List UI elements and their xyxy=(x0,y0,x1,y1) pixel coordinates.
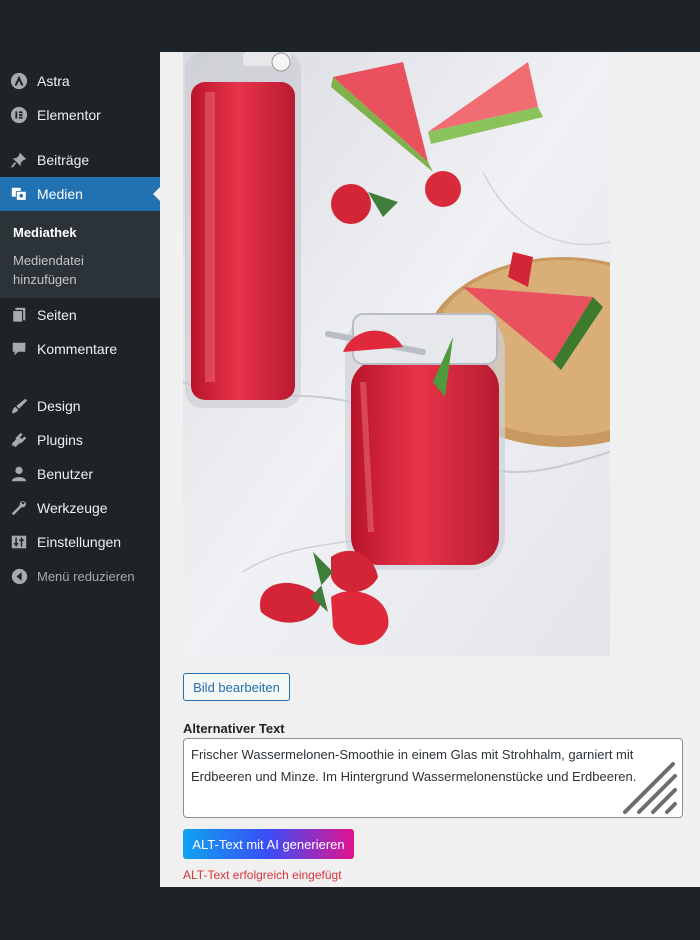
pin-icon xyxy=(9,150,29,170)
sidebar-item-elementor[interactable]: Elementor xyxy=(0,98,160,132)
sidebar-item-einstellungen[interactable]: Einstellungen xyxy=(0,525,160,559)
media-preview-image xyxy=(183,52,610,656)
sidebar-item-label: Elementor xyxy=(37,107,101,123)
collapse-menu-label: Menü reduzieren xyxy=(37,568,135,584)
edit-image-button[interactable]: Bild bearbeiten xyxy=(183,673,290,701)
bottom-bar xyxy=(0,887,700,940)
resize-handle-icon[interactable] xyxy=(623,762,679,814)
admin-sidebar: Astra Elementor Beiträge Medien Mediathe… xyxy=(0,52,161,887)
sidebar-item-label: Design xyxy=(37,398,81,414)
comment-icon xyxy=(9,339,29,359)
sidebar-item-label: Medien xyxy=(37,186,83,202)
media-icon xyxy=(9,184,29,204)
sidebar-item-label: Kommentare xyxy=(37,341,118,357)
admin-top-bar xyxy=(0,0,700,52)
collapse-arrow-icon xyxy=(9,566,29,586)
sidebar-item-label: Seiten xyxy=(37,307,77,323)
sidebar-item-medien[interactable]: Medien xyxy=(0,177,161,211)
media-edit-content: Bild bearbeiten Alternativer Text Frisch… xyxy=(160,52,700,887)
settings-icon xyxy=(9,532,29,552)
pages-icon xyxy=(9,305,29,325)
sidebar-item-label: Werkzeuge xyxy=(37,500,108,516)
elementor-icon xyxy=(9,105,29,125)
sidebar-item-label: Einstellungen xyxy=(37,534,122,550)
wrench-icon xyxy=(9,498,29,518)
submenu-item-mediathek[interactable]: Mediathek xyxy=(13,223,77,242)
alt-text-success-message: ALT-Text erfolgreich eingefügt xyxy=(183,868,342,882)
sidebar-item-benutzer[interactable]: Benutzer xyxy=(0,457,160,491)
astra-icon xyxy=(9,71,29,91)
collapse-menu-button[interactable]: Menü reduzieren xyxy=(0,559,160,593)
sidebar-item-label: Beiträge xyxy=(37,152,90,168)
alt-text-field[interactable]: Frischer Wassermelonen-Smoothie in einem… xyxy=(183,738,683,818)
plugin-icon xyxy=(9,430,29,450)
brush-icon xyxy=(9,396,29,416)
sidebar-item-seiten[interactable]: Seiten xyxy=(0,298,160,332)
sidebar-item-plugins[interactable]: Plugins xyxy=(0,423,160,457)
generate-alt-text-ai-button[interactable]: ALT-Text mit AI generieren xyxy=(183,829,354,859)
user-icon xyxy=(9,464,29,484)
sidebar-item-label: Astra xyxy=(37,73,70,89)
sidebar-item-werkzeuge[interactable]: Werkzeuge xyxy=(0,491,160,525)
media-submenu: Mediathek Mediendatei hinzufügen xyxy=(0,211,160,298)
alt-text-value: Frischer Wassermelonen-Smoothie in einem… xyxy=(191,747,637,784)
sidebar-item-design[interactable]: Design xyxy=(0,389,160,423)
sidebar-item-astra[interactable]: Astra xyxy=(0,64,160,98)
submenu-item-add-media[interactable]: Mediendatei hinzufügen xyxy=(13,251,123,289)
alt-text-label: Alternativer Text xyxy=(183,721,285,736)
sidebar-item-beitraege[interactable]: Beiträge xyxy=(0,143,160,177)
sidebar-item-kommentare[interactable]: Kommentare xyxy=(0,332,160,366)
sidebar-item-label: Benutzer xyxy=(37,466,94,482)
sidebar-item-label: Plugins xyxy=(37,432,83,448)
